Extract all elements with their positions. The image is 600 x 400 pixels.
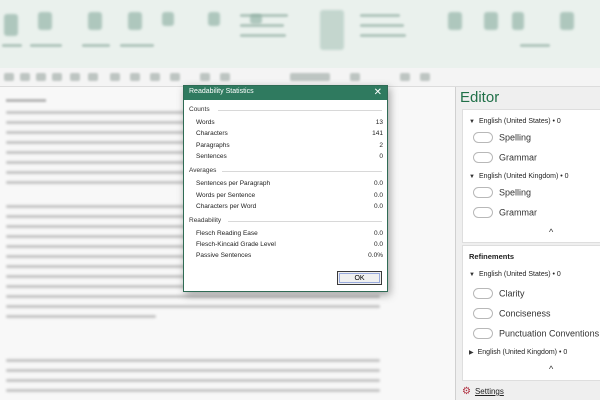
toggle-icon: [473, 288, 493, 300]
ok-button[interactable]: OK: [337, 271, 382, 285]
stat-row-words-per-sentence: Words per Sentence 0.0: [196, 192, 383, 199]
correction-option-spelling[interactable]: Spelling: [473, 187, 531, 201]
divider: [218, 110, 382, 111]
chevron-down-icon: ▼: [469, 272, 475, 278]
language-group-us[interactable]: ▼ English (United States) • 0: [469, 271, 561, 278]
divider: [222, 171, 382, 172]
language-label: English (United Kingdom) • 0: [478, 173, 569, 180]
toggle-icon: [473, 207, 493, 219]
toggle-icon: [473, 187, 493, 199]
stat-row-flesch-reading-ease: Flesch Reading Ease 0.0: [196, 230, 383, 237]
editor-pane: Editor ▼ English (United States) • 0 Spel…: [455, 87, 600, 400]
readability-statistics-dialog: Readability Statistics ✕ Counts Words 13 …: [183, 85, 388, 292]
language-group-uk[interactable]: ▼ English (United Kingdom) • 0: [469, 173, 569, 180]
ribbon-button[interactable]: [4, 14, 18, 36]
gear-icon: ⚙: [462, 386, 471, 397]
ribbon-button[interactable]: [448, 12, 462, 30]
refinement-option-punctuation[interactable]: Punctuation Conventions: [473, 328, 599, 342]
corrections-card: ▼ English (United States) • 0 Spelling Gr…: [462, 109, 600, 243]
section-counts: Counts: [189, 106, 210, 113]
stat-row-words: Words 13: [196, 119, 383, 126]
ribbon-button[interactable]: [512, 12, 524, 30]
stat-row-flesch-kincaid-grade: Flesch-Kincaid Grade Level 0.0: [196, 241, 383, 248]
close-icon[interactable]: ✕: [374, 86, 382, 100]
ribbon-button[interactable]: [38, 12, 52, 30]
refinements-card: Refinements ▼ English (United States) • 0…: [462, 245, 600, 381]
ribbon-button[interactable]: [162, 12, 174, 26]
stat-row-passive-sentences: Passive Sentences 0.0%: [196, 252, 383, 259]
refinement-option-conciseness[interactable]: Conciseness: [473, 308, 551, 322]
dialog-title: Readability Statistics: [189, 88, 254, 95]
chevron-right-icon: ▶: [469, 350, 474, 356]
refinements-title: Refinements: [469, 252, 515, 261]
correction-option-grammar[interactable]: Grammar: [473, 152, 537, 166]
toggle-icon: [473, 328, 493, 340]
ribbon-button[interactable]: [208, 12, 220, 26]
stat-row-sentences: Sentences 0: [196, 153, 383, 160]
section-averages: Averages: [189, 167, 217, 174]
ribbon-button[interactable]: [88, 12, 102, 30]
language-group-uk[interactable]: ▶ English (United Kingdom) • 0: [469, 349, 567, 356]
correction-option-spelling[interactable]: Spelling: [473, 132, 531, 146]
language-label: English (United States) • 0: [478, 118, 561, 125]
editor-title: Editor: [460, 89, 500, 106]
language-group-us[interactable]: ▼ English (United States) • 0: [469, 118, 561, 125]
divider: [228, 221, 382, 222]
collapse-chevron-icon[interactable]: ^: [549, 227, 553, 237]
chevron-down-icon: ▼: [469, 174, 475, 180]
stat-row-characters-per-word: Characters per Word 0.0: [196, 203, 383, 210]
stat-row-sentences-per-paragraph: Sentences per Paragraph 0.0: [196, 180, 383, 187]
toggle-icon: [473, 308, 493, 320]
ribbon-button-selected[interactable]: [320, 10, 344, 50]
chevron-down-icon: ▼: [469, 119, 475, 125]
ribbon-button[interactable]: [128, 12, 142, 30]
stat-row-characters: Characters 141: [196, 130, 383, 137]
ribbon-button[interactable]: [484, 12, 498, 30]
dialog-titlebar[interactable]: Readability Statistics ✕: [184, 86, 387, 100]
section-readability: Readability: [189, 217, 222, 224]
ribbon: [0, 0, 600, 69]
toggle-icon: [473, 132, 493, 144]
toggle-icon: [473, 152, 493, 164]
settings-link[interactable]: ⚙ Settings: [462, 386, 504, 397]
collapse-chevron-icon[interactable]: ^: [549, 364, 553, 374]
stat-row-paragraphs: Paragraphs 2: [196, 142, 383, 149]
refinement-option-clarity[interactable]: Clarity: [473, 288, 525, 302]
ribbon-button[interactable]: [560, 12, 574, 30]
correction-option-grammar[interactable]: Grammar: [473, 207, 537, 221]
